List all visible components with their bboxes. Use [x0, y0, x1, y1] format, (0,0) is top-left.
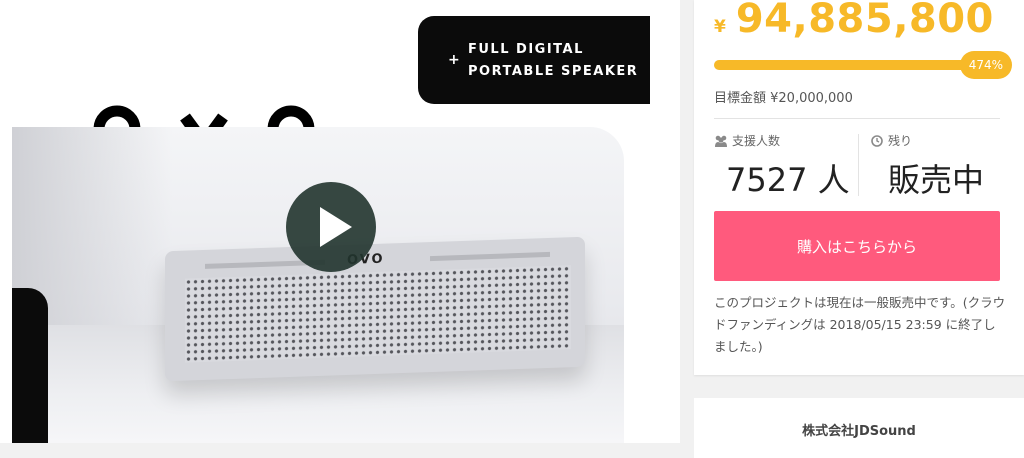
company-name[interactable]: 株式会社JDSound	[694, 420, 1024, 439]
progress-fill	[714, 60, 1000, 70]
sale-notice: このプロジェクトは現在は一般販売中です。(クラウドファンディングは 2018/0…	[714, 295, 1006, 354]
supporters-stat: 支援人数 7527 人	[714, 132, 854, 201]
funding-progress-bar: 474%	[714, 51, 1012, 79]
funding-panel: ¥ 94,885,800 474% 目標金額 ¥20,000,000 支援人数 …	[694, 0, 1024, 375]
supporters-label: 支援人数	[732, 134, 781, 148]
title-line-1: FULL DIGITAL	[468, 42, 584, 57]
decorative-black-tab	[12, 288, 48, 443]
play-icon	[320, 207, 352, 247]
remaining-label: 残り	[888, 134, 913, 148]
buy-button[interactable]: 購入はこちらから	[714, 211, 1000, 281]
company-card: 株式会社JDSound	[694, 398, 1024, 458]
remaining-stat: 残り 販売中	[870, 132, 1000, 201]
divider	[714, 118, 1000, 119]
title-line-2: PORTABLE SPEAKER	[468, 64, 639, 79]
plus-icon: +	[448, 52, 460, 68]
product-title-banner: + FULL DIGITAL PORTABLE SPEAKER	[418, 16, 650, 104]
project-media: + FULL DIGITAL PORTABLE SPEAKER OVO	[0, 0, 680, 443]
speaker-image: OVO	[165, 236, 585, 382]
funded-amount: ¥ 94,885,800	[714, 0, 994, 42]
amount-value: 94,885,800	[735, 0, 994, 42]
percent-badge: 474%	[959, 51, 1012, 79]
stat-divider	[858, 134, 859, 196]
currency-symbol: ¥	[714, 17, 726, 37]
speaker-grille	[185, 265, 571, 363]
remaining-value: 販売中	[888, 161, 985, 199]
clock-icon	[871, 134, 883, 147]
supporters-value: 7527 人	[726, 161, 850, 199]
goal-amount: 目標金額 ¥20,000,000	[714, 91, 853, 106]
people-icon	[715, 135, 727, 147]
play-video-button[interactable]	[286, 182, 376, 272]
